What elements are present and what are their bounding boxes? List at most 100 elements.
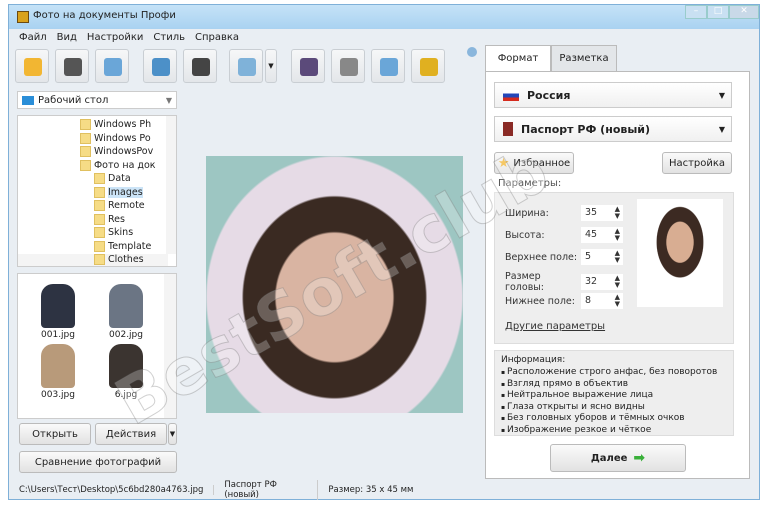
home-button[interactable] xyxy=(371,49,405,83)
tree-node[interactable]: Фото на док xyxy=(80,159,156,172)
tab-layout[interactable]: Разметка xyxy=(551,45,617,71)
param-spinner[interactable]: 8 ▲ ▼ xyxy=(581,293,623,309)
app-icon xyxy=(17,11,29,23)
thumbs-scrollbar[interactable] xyxy=(164,274,176,418)
menu-view[interactable]: Вид xyxy=(57,32,77,43)
folder-tree: Windows Ph Windows Po WindowsPov Фото на до… xyxy=(17,115,177,267)
spinner-arrows-icon[interactable]: ▲ ▼ xyxy=(615,294,620,308)
param-spinner[interactable]: 5 ▲ ▼ xyxy=(581,249,623,265)
thumbnail-list: 001.jpg 002.jpg 003.jpg 6.jpg xyxy=(17,273,177,419)
spinner-arrows-icon[interactable]: ▲ ▼ xyxy=(615,275,620,289)
menu-settings[interactable]: Настройки xyxy=(87,32,143,43)
tree-node[interactable]: Images xyxy=(94,186,143,199)
image-edit-icon xyxy=(238,58,256,76)
tree-node-label: Data xyxy=(108,173,131,184)
chevron-down-icon: ▼ xyxy=(718,124,725,134)
folder-combo[interactable]: Рабочий стол ▼ xyxy=(17,91,177,109)
arrow-right-icon: ➡ xyxy=(633,450,646,466)
menu-help[interactable]: Справка xyxy=(195,32,239,43)
status-bar: C:\Users\Тест\Desktop\5c6bd280a4763.jpg … xyxy=(9,480,759,500)
other-params-link[interactable]: Другие параметры xyxy=(505,321,605,332)
menu-style[interactable]: Стиль xyxy=(153,32,185,43)
param-value: 32 xyxy=(585,276,598,287)
thumbnail-item[interactable]: 002.jpg xyxy=(96,284,156,340)
desktop-icon xyxy=(22,95,34,105)
menu-file[interactable]: Файл xyxy=(19,32,47,43)
close-button[interactable]: ✕ xyxy=(729,5,759,19)
tree-h-scrollbar[interactable] xyxy=(18,254,168,266)
open-button[interactable]: Открыть xyxy=(19,423,91,445)
maximize-button[interactable]: □ xyxy=(707,5,729,19)
cart-icon xyxy=(420,58,438,76)
folder-icon xyxy=(80,132,91,144)
actions-button[interactable]: Действия xyxy=(95,423,167,445)
photo-preview[interactable] xyxy=(206,156,463,413)
thumbnail-item[interactable]: 6.jpg xyxy=(96,344,156,400)
user-icon xyxy=(152,58,170,76)
save-button[interactable] xyxy=(55,49,89,83)
thumb-label: 001.jpg xyxy=(41,330,75,340)
info-item: Расположение строго анфас, без поворотов xyxy=(501,367,727,379)
tree-node-label: Remote xyxy=(108,200,145,211)
spinner-arrows-icon[interactable]: ▲ ▼ xyxy=(615,206,620,220)
help-book-button[interactable] xyxy=(291,49,325,83)
tree-node[interactable]: Data xyxy=(94,172,131,185)
window-title: Фото на документы Профи xyxy=(33,10,176,21)
spinner-arrows-icon[interactable]: ▲ ▼ xyxy=(615,250,620,264)
sample-photo xyxy=(637,199,723,307)
tree-node[interactable]: Windows Ph xyxy=(80,118,151,131)
tree-node-label: Images xyxy=(108,186,143,198)
param-spinner[interactable]: 32 ▲ ▼ xyxy=(581,274,623,290)
thumbnail-item[interactable]: 001.jpg xyxy=(28,284,88,340)
favorites-label: Избранное xyxy=(513,157,571,169)
thumbnail-item[interactable]: 003.jpg xyxy=(28,344,88,400)
camera-button[interactable] xyxy=(183,49,217,83)
tree-node[interactable]: WindowsPov xyxy=(80,145,153,158)
actions-dropdown-button[interactable]: ▼ xyxy=(168,423,177,445)
status-format: Паспорт РФ (новый) xyxy=(214,480,319,500)
info-item: Без головных уборов и тёмных очков xyxy=(501,413,727,425)
param-value: 35 xyxy=(585,207,598,218)
image-edit-button[interactable] xyxy=(229,49,263,83)
param-label: Размер головы: xyxy=(505,271,544,293)
tree-node[interactable]: Res xyxy=(94,213,125,226)
tree-node[interactable]: Template xyxy=(94,240,151,253)
param-spinner[interactable]: 35 ▲ ▼ xyxy=(581,205,623,221)
country-select[interactable]: Россия ▼ xyxy=(494,82,732,108)
title-bar: Фото на документы Профи – □ ✕ xyxy=(9,5,759,29)
compare-photos-button[interactable]: Сравнение фотографий xyxy=(19,451,177,473)
print-button[interactable] xyxy=(95,49,129,83)
tree-node[interactable]: Remote xyxy=(94,199,145,212)
country-value: Россия xyxy=(527,88,571,102)
tree-node[interactable]: Windows Po xyxy=(80,132,151,145)
tree-node[interactable]: Clothes xyxy=(94,253,144,266)
menu-bar: Файл Вид Настройки Стиль Справка xyxy=(9,29,759,45)
param-spinner[interactable]: 45 ▲ ▼ xyxy=(581,227,623,243)
param-row: Ширина: 35 ▲ ▼ xyxy=(505,205,623,221)
next-button[interactable]: Далее ➡ xyxy=(550,444,686,472)
cart-button[interactable] xyxy=(411,49,445,83)
info-title: Информация: xyxy=(501,355,566,365)
tree-scrollbar[interactable] xyxy=(166,116,176,254)
document-select[interactable]: Паспорт РФ (новый) ▼ xyxy=(494,116,732,142)
image-edit-dropdown-button[interactable]: ▼ xyxy=(265,49,277,83)
folder-icon xyxy=(80,146,91,157)
video-reel-button[interactable] xyxy=(331,49,365,83)
tree-node[interactable]: Skins xyxy=(94,226,133,239)
param-value: 45 xyxy=(585,229,598,240)
tree-node-label: Windows Ph xyxy=(94,119,152,130)
folder-icon xyxy=(94,186,105,198)
settings-button[interactable]: Настройка xyxy=(662,152,732,174)
save-icon xyxy=(64,58,82,76)
close-panel-icon[interactable] xyxy=(467,47,477,57)
favorites-button[interactable]: ★ Избранное xyxy=(494,152,574,174)
user-button[interactable] xyxy=(143,49,177,83)
russia-flag-icon xyxy=(503,89,519,101)
passport-icon xyxy=(503,122,513,136)
tab-format[interactable]: Формат xyxy=(485,45,551,71)
open-folder-button[interactable] xyxy=(15,49,49,83)
minimize-button[interactable]: – xyxy=(685,5,707,19)
spinner-arrows-icon[interactable]: ▲ ▼ xyxy=(615,228,620,242)
thumb-label: 6.jpg xyxy=(114,390,138,400)
tree-node-label: Res xyxy=(108,213,125,225)
